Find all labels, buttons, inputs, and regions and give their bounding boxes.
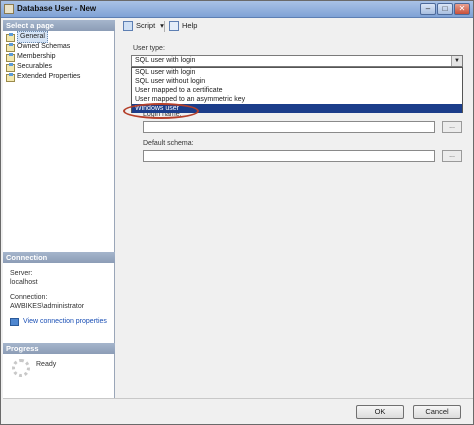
default-schema-input[interactable] xyxy=(143,150,435,162)
connection-value: AWBIKES\administrator xyxy=(10,303,85,310)
page-item-owned-schemas[interactable]: Owned Schemas xyxy=(6,42,70,52)
script-icon xyxy=(123,21,133,31)
general-page: User type: SQL user with login ▼ Login n… xyxy=(117,37,473,398)
user-type-select[interactable]: SQL user with login ▼ xyxy=(131,55,463,67)
dropdown-option[interactable]: SQL user with login xyxy=(132,68,462,77)
login-name-browse-button[interactable]: ... xyxy=(442,121,462,133)
page-icon xyxy=(6,63,15,72)
database-user-icon xyxy=(4,4,14,14)
page-icon xyxy=(6,43,15,52)
default-schema-browse-button[interactable]: ... xyxy=(442,150,462,162)
progress-header: Progress xyxy=(3,343,115,354)
server-value: localhost xyxy=(10,279,38,286)
connection-header: Connection xyxy=(3,252,115,263)
window-title: Database User - New xyxy=(17,4,97,13)
page-icon xyxy=(6,53,15,62)
page-item-label: Securables xyxy=(17,63,53,70)
ok-button[interactable]: OK xyxy=(356,405,404,419)
chevron-down-icon[interactable]: ▼ xyxy=(451,56,462,66)
select-page-header: Select a page xyxy=(3,20,115,31)
dropdown-option[interactable]: User mapped to an asymmetric key xyxy=(132,95,462,104)
dialog-window: Database User - New – □ ✕ Select a page … xyxy=(0,0,474,425)
dropdown-option[interactable]: User mapped to a certificate xyxy=(132,86,462,95)
connection-properties-icon xyxy=(10,318,19,326)
title-bar[interactable]: Database User - New – □ ✕ xyxy=(1,1,473,18)
page-item-label: Membership xyxy=(17,53,56,60)
connection-label: Connection: xyxy=(10,294,48,301)
user-type-label: User type: xyxy=(133,45,165,52)
script-label: Script xyxy=(136,21,156,30)
login-name-input[interactable] xyxy=(143,121,435,133)
maximize-button[interactable]: □ xyxy=(437,3,453,15)
view-connection-properties-link[interactable]: View connection properties xyxy=(23,318,107,325)
left-pane: Select a page General Owned Schemas Memb… xyxy=(3,20,115,398)
page-icon xyxy=(6,73,15,82)
annotation-circle xyxy=(123,103,199,119)
toolbar: Script ▾ Help xyxy=(117,18,473,36)
help-icon xyxy=(169,21,179,31)
toolbar-separator xyxy=(164,21,165,32)
page-item-general[interactable]: General xyxy=(6,31,48,43)
progress-spinner-icon xyxy=(12,359,30,377)
server-label: Server: xyxy=(10,270,33,277)
help-button[interactable]: Help xyxy=(169,20,197,32)
script-button[interactable]: Script ▾ xyxy=(123,20,164,32)
default-schema-label: Default schema: xyxy=(143,140,194,147)
page-item-label: Extended Properties xyxy=(17,73,81,80)
dialog-footer: OK Cancel xyxy=(3,398,473,424)
dropdown-option[interactable]: SQL user without login xyxy=(132,77,462,86)
page-icon xyxy=(6,33,15,42)
page-item-membership[interactable]: Membership xyxy=(6,52,56,62)
page-item-securables[interactable]: Securables xyxy=(6,62,52,72)
help-label: Help xyxy=(182,21,198,30)
progress-status: Ready xyxy=(36,361,57,368)
minimize-button[interactable]: – xyxy=(420,3,436,15)
page-item-label: Owned Schemas xyxy=(17,43,71,50)
page-item-extended-properties[interactable]: Extended Properties xyxy=(6,72,80,82)
cancel-button[interactable]: Cancel xyxy=(413,405,461,419)
user-type-value: SQL user with login xyxy=(135,57,196,64)
close-button[interactable]: ✕ xyxy=(454,3,470,15)
